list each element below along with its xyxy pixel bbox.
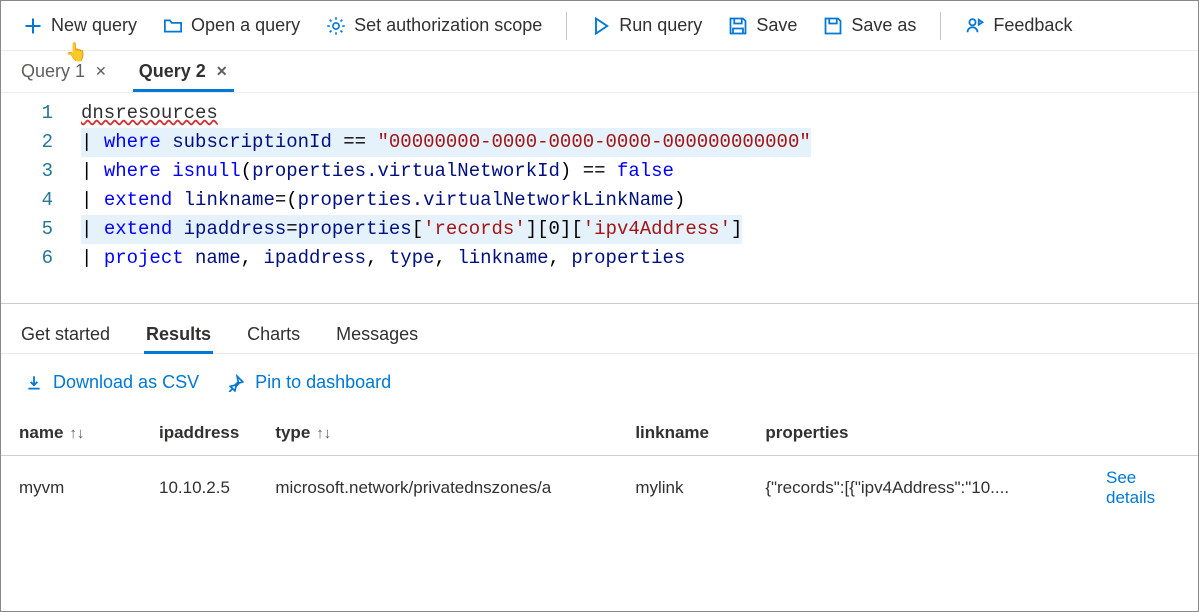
code-line: dnsresources bbox=[81, 99, 1198, 128]
tab-query-2[interactable]: Query 2 ✕ bbox=[123, 51, 244, 92]
see-details-link[interactable]: See details bbox=[1106, 468, 1155, 507]
folder-icon bbox=[163, 16, 183, 36]
toolbar-separator-2 bbox=[940, 12, 941, 40]
play-icon bbox=[591, 16, 611, 36]
col-name[interactable]: name↑↓ bbox=[1, 411, 141, 456]
cell-properties: {"records":[{"ipv4Address":"10.... bbox=[747, 456, 1088, 521]
tab-results[interactable]: Results bbox=[144, 316, 213, 353]
save-as-button[interactable]: Save as bbox=[813, 9, 926, 42]
tab-label: Query 1 bbox=[21, 61, 85, 82]
code-line: | where isnull(properties.virtualNetwork… bbox=[81, 157, 1198, 186]
pin-dashboard-button[interactable]: Pin to dashboard bbox=[227, 372, 391, 393]
cell-type: microsoft.network/privatednszones/a bbox=[257, 456, 617, 521]
toolbar: New query Open a query Set authorization… bbox=[1, 1, 1198, 51]
cell-name: myvm bbox=[1, 456, 141, 521]
code-line: | extend linkname=(properties.virtualNet… bbox=[81, 186, 1198, 215]
sort-icon: ↑↓ bbox=[316, 425, 331, 442]
line-number: 5 bbox=[1, 215, 53, 244]
set-auth-label: Set authorization scope bbox=[354, 15, 542, 36]
line-gutter: 1 2 3 4 5 6 bbox=[1, 99, 81, 273]
close-icon[interactable]: ✕ bbox=[216, 63, 228, 80]
pin-label: Pin to dashboard bbox=[255, 372, 391, 393]
line-number: 6 bbox=[1, 244, 53, 273]
code-lines: dnsresources | where subscriptionId == "… bbox=[81, 99, 1198, 273]
tab-messages[interactable]: Messages bbox=[334, 316, 420, 353]
tab-label: Query 2 bbox=[139, 61, 206, 82]
save-label: Save bbox=[756, 15, 797, 36]
col-type[interactable]: type↑↓ bbox=[257, 411, 617, 456]
sort-icon: ↑↓ bbox=[69, 425, 84, 442]
code-line: | extend ipaddress=properties['records']… bbox=[81, 215, 1198, 244]
line-number: 3 bbox=[1, 157, 53, 186]
table-row: myvm 10.10.2.5 microsoft.network/private… bbox=[1, 456, 1198, 521]
close-icon[interactable]: ✕ bbox=[95, 63, 107, 80]
line-number: 2 bbox=[1, 128, 53, 157]
code-line: | where subscriptionId == "00000000-0000… bbox=[81, 128, 1198, 157]
line-number: 1 bbox=[1, 99, 53, 128]
save-button[interactable]: Save bbox=[718, 9, 807, 42]
col-linkname[interactable]: linkname bbox=[617, 411, 747, 456]
pin-icon bbox=[227, 374, 245, 392]
gear-icon bbox=[326, 16, 346, 36]
code-editor[interactable]: 1 2 3 4 5 6 dnsresources | where subscri… bbox=[1, 93, 1198, 304]
result-actions: Download as CSV Pin to dashboard bbox=[1, 354, 1198, 411]
tab-charts[interactable]: Charts bbox=[245, 316, 302, 353]
results-table: name↑↓ ipaddress type↑↓ linkname propert… bbox=[1, 411, 1198, 520]
open-query-button[interactable]: Open a query bbox=[153, 9, 310, 42]
tab-query-1[interactable]: Query 1 ✕ bbox=[5, 51, 123, 92]
new-query-button[interactable]: New query bbox=[13, 9, 147, 42]
col-properties[interactable]: properties bbox=[747, 411, 1088, 456]
cell-ipaddress: 10.10.2.5 bbox=[141, 456, 257, 521]
set-auth-button[interactable]: Set authorization scope bbox=[316, 9, 552, 42]
plus-icon bbox=[23, 16, 43, 36]
save-as-icon bbox=[823, 16, 843, 36]
line-number: 4 bbox=[1, 186, 53, 215]
col-ipaddress[interactable]: ipaddress bbox=[141, 411, 257, 456]
feedback-icon bbox=[965, 16, 985, 36]
toolbar-separator bbox=[566, 12, 567, 40]
cell-linkname: mylink bbox=[617, 456, 747, 521]
query-tabs: Query 1 ✕ Query 2 ✕ bbox=[1, 51, 1198, 93]
save-as-label: Save as bbox=[851, 15, 916, 36]
feedback-label: Feedback bbox=[993, 15, 1072, 36]
run-query-label: Run query bbox=[619, 15, 702, 36]
new-query-label: New query bbox=[51, 15, 137, 36]
table-header-row: name↑↓ ipaddress type↑↓ linkname propert… bbox=[1, 411, 1198, 456]
results-tabs: Get started Results Charts Messages bbox=[1, 304, 1198, 354]
open-query-label: Open a query bbox=[191, 15, 300, 36]
download-label: Download as CSV bbox=[53, 372, 199, 393]
download-icon bbox=[25, 374, 43, 392]
tab-get-started[interactable]: Get started bbox=[19, 316, 112, 353]
download-csv-button[interactable]: Download as CSV bbox=[25, 372, 199, 393]
save-icon bbox=[728, 16, 748, 36]
code-line: | project name, ipaddress, type, linknam… bbox=[81, 244, 1198, 273]
run-query-button[interactable]: Run query bbox=[581, 9, 712, 42]
feedback-button[interactable]: Feedback bbox=[955, 9, 1082, 42]
